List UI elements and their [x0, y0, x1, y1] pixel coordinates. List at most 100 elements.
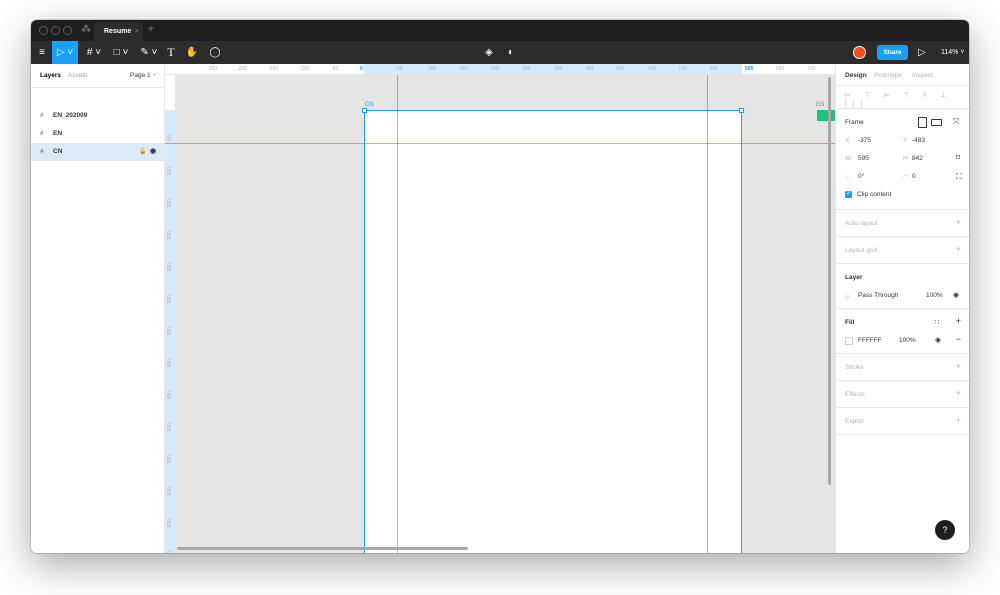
tab-close-icon[interactable]: ×: [135, 22, 139, 41]
help-button[interactable]: ?: [935, 520, 955, 540]
ruler-tick-label: 550: [710, 66, 719, 72]
shape-tool-button[interactable]: □ ˅: [110, 41, 132, 64]
ruler-tick-label: 400: [616, 66, 625, 72]
resize-handle-top-right[interactable]: [739, 108, 744, 113]
h-input[interactable]: 842: [912, 155, 923, 162]
layer-item-en[interactable]: # EN: [31, 125, 165, 143]
add-stroke-icon[interactable]: +: [956, 361, 961, 371]
maximize-window-button[interactable]: [63, 26, 72, 35]
ruler-tick-label: 100: [428, 66, 437, 72]
new-tab-icon[interactable]: +: [148, 24, 154, 35]
hand-tool-button[interactable]: ✋: [185, 41, 199, 64]
present-icon[interactable]: ▷: [917, 41, 927, 64]
frame-icon: #: [40, 112, 44, 119]
y-input[interactable]: -483: [912, 137, 925, 144]
tab-title: Resume: [104, 28, 132, 35]
zoom-level[interactable]: 114% ˅: [941, 41, 964, 64]
layer-name: EN: [53, 130, 63, 137]
canvas[interactable]: -250 -200 -150 -100 -50 0 50 100 150 200 250 300 350…: [165, 64, 835, 553]
auto-layout-section: Auto layout +: [836, 209, 969, 236]
y-label: Y: [903, 137, 908, 144]
horizontal-scrollbar[interactable]: [177, 547, 468, 550]
design-panel: Design Prototype Inspect ⊨ ⊤ ⊫ ⊤ ⫩ ⊥ |||…: [835, 64, 969, 553]
figma-window: ⁂ Resume × + ≡ ▷ ˅ # ˅ □ ˅ ✎ ˅ T ✋ ◯ ◈ ◐…: [31, 20, 969, 553]
frame-selector[interactable]: Frame: [845, 119, 864, 126]
add-layout-grid-icon[interactable]: +: [956, 244, 961, 254]
guide-vertical-right[interactable]: [707, 75, 708, 553]
move-tool-button[interactable]: ▷ ˅: [52, 41, 78, 64]
frame-cn[interactable]: [362, 108, 744, 553]
add-export-icon[interactable]: +: [956, 415, 961, 425]
align-icons[interactable]: ⊨ ⊤ ⊫ ⊤ ⫩ ⊥ |||: [845, 91, 969, 107]
ruler-tick-label: 250: [522, 66, 531, 72]
tab-resume[interactable]: Resume ×: [94, 22, 143, 41]
unlock-icon[interactable]: 🔓: [139, 143, 146, 161]
fill-heading: Fill: [845, 319, 855, 326]
avatar[interactable]: [853, 46, 866, 59]
tab-layers[interactable]: Layers: [40, 72, 61, 79]
independent-corners-icon: ⛶: [956, 172, 962, 181]
en-frame-edge[interactable]: [817, 110, 835, 121]
figma-logo-icon[interactable]: ⁂: [81, 24, 91, 35]
w-input[interactable]: 595: [858, 155, 869, 162]
guide-vertical-left[interactable]: [397, 75, 398, 553]
effects-heading: Effects: [845, 391, 865, 398]
corner-radius-input[interactable]: 0: [912, 173, 916, 180]
layer-opacity-input[interactable]: 100%: [926, 292, 943, 299]
ruler-tick-label: 350: [585, 66, 594, 72]
ruler-tick-label: 650: [776, 66, 785, 72]
fill-color-swatch[interactable]: [845, 337, 853, 345]
add-auto-layout-icon[interactable]: +: [956, 217, 961, 227]
ruler-tick-label: -250: [207, 66, 218, 72]
frame-label-en[interactable]: EN: [816, 102, 824, 108]
page-selector[interactable]: Page 1 ˅: [130, 72, 156, 79]
export-section: Export +: [836, 407, 969, 435]
blend-mode-icon: ◇: [845, 293, 850, 300]
guide-horizontal[interactable]: [165, 143, 835, 144]
add-effect-icon[interactable]: +: [956, 388, 961, 398]
text-tool-button[interactable]: T: [165, 41, 177, 64]
remove-fill-icon[interactable]: −: [956, 334, 961, 344]
tab-design[interactable]: Design: [845, 72, 867, 79]
theme-toggle-icon[interactable]: ◐: [504, 41, 518, 64]
ruler-tick-label: 650: [167, 519, 173, 528]
resize-handle-top-left[interactable]: [362, 108, 367, 113]
fill-styles-icon: ∷: [935, 319, 940, 326]
landscape-icon[interactable]: [931, 119, 942, 126]
rotation-input[interactable]: 0°: [858, 173, 864, 180]
main-menu-icon[interactable]: ≡: [35, 41, 49, 64]
x-input[interactable]: -375: [858, 137, 871, 144]
toolbar: ≡ ▷ ˅ # ˅ □ ˅ ✎ ˅ T ✋ ◯ ◈ ◐ Share ▷ 114%…: [31, 41, 969, 64]
ruler-tick-label: 250: [167, 263, 173, 272]
comment-tool-button[interactable]: ◯: [208, 41, 222, 64]
layer-item-cn[interactable]: # CN 🔓 ◉: [31, 143, 165, 161]
components-icon[interactable]: ◈: [482, 41, 496, 64]
portrait-icon[interactable]: [918, 117, 927, 128]
tab-assets[interactable]: Assets: [68, 72, 88, 79]
share-button[interactable]: Share: [877, 45, 908, 60]
ruler-tick-label: 595: [745, 66, 754, 72]
add-fill-icon[interactable]: +: [956, 316, 961, 326]
eye-icon[interactable]: ◉: [150, 143, 156, 161]
clip-content-checkbox[interactable]: ✓: [845, 191, 852, 198]
minimize-window-button[interactable]: [51, 26, 60, 35]
ruler-tick-label: 500: [679, 66, 688, 72]
ruler-tick-label: 200: [491, 66, 500, 72]
frame-tool-button[interactable]: # ˅: [83, 41, 105, 64]
vertical-scrollbar[interactable]: [828, 77, 831, 485]
auto-layout-heading: Auto layout: [845, 220, 878, 227]
w-label: W: [845, 155, 852, 162]
pen-tool-button[interactable]: ✎ ˅: [138, 41, 160, 64]
rotation-icon: ∟: [845, 173, 852, 180]
tab-inspect[interactable]: Inspect: [912, 72, 933, 79]
close-window-button[interactable]: [39, 26, 48, 35]
blend-mode-select[interactable]: Pass Through: [858, 292, 898, 299]
tab-prototype[interactable]: Prototype: [874, 72, 902, 79]
constrain-proportions-icon: ⌑: [956, 153, 961, 162]
effects-section: Effects +: [836, 380, 969, 407]
fill-hex-input[interactable]: FFFFFF: [858, 337, 882, 344]
fill-opacity-input[interactable]: 100%: [899, 337, 916, 344]
ruler-tick-label: 350: [167, 327, 173, 336]
layer-item-en-202009[interactable]: # EN_202009: [31, 107, 165, 125]
zoom-caret-icon: ˅: [960, 49, 965, 56]
